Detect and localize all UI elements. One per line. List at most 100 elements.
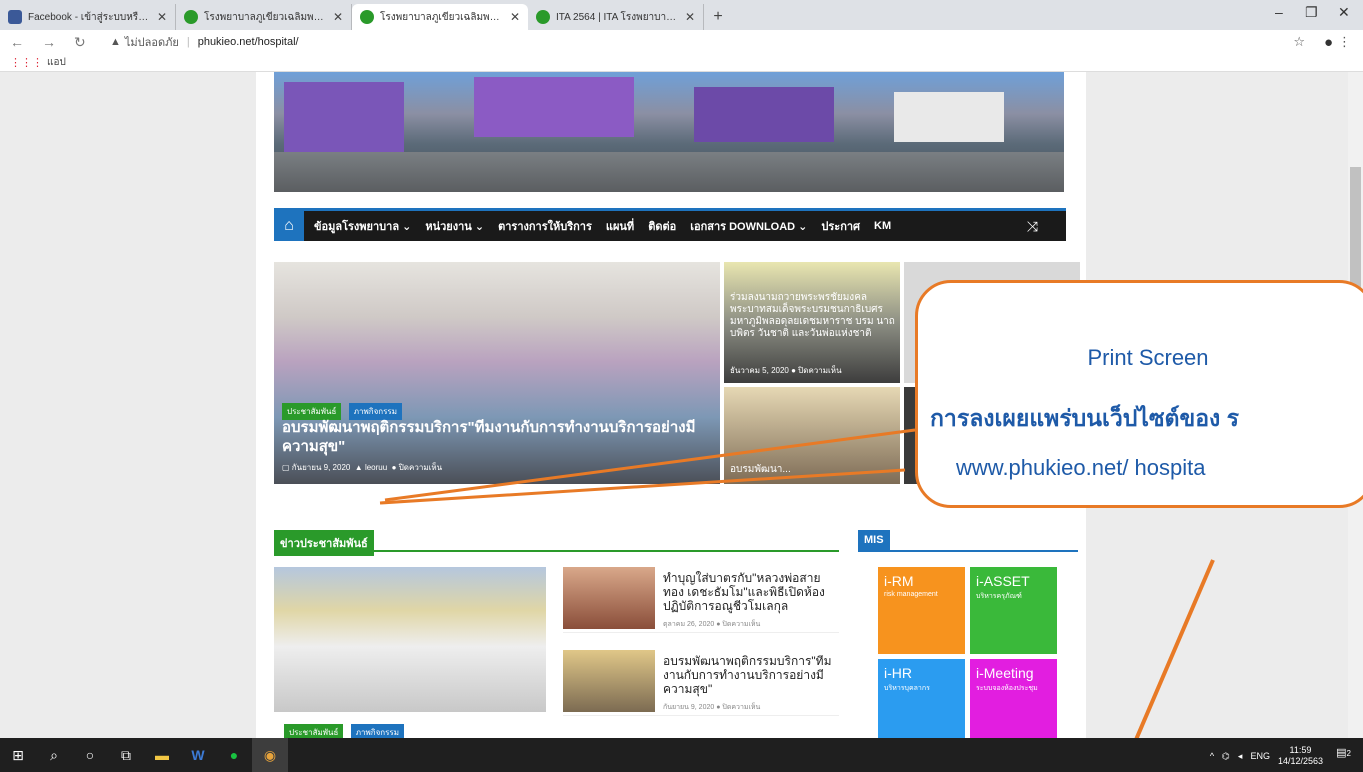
nav-item-contact[interactable]: ติดต่อ <box>648 217 676 235</box>
news-tags: ประชาสัมพันธ์ ภาพกิจกรรม <box>284 724 408 738</box>
chrome-icon[interactable]: ◉ <box>252 738 288 772</box>
nav-item-schedule[interactable]: ตารางการให้บริการ <box>498 217 592 235</box>
news-title[interactable]: ทำบุญใส่บาตรกับ"หลวงพ่อสายทอง เดชะธัมโม"… <box>663 571 839 613</box>
post-meta: ธันวาคม 5, 2020 ● ปิดความเห็น <box>730 364 842 377</box>
nav-item-download[interactable]: เอกสาร DOWNLOAD ⌄ <box>690 217 807 235</box>
close-icon[interactable]: ✕ <box>157 10 167 24</box>
callout-line1: Print Screen <box>1087 345 1209 370</box>
shuffle-icon[interactable]: ⤨ <box>1027 218 1038 235</box>
tab-title: โรงพยาบาลภูเขียวเฉลิมพระเกียรติ – <box>380 11 504 23</box>
callout-line2: การลงเผยแพร่บนเว็ปไซต์ของ ร <box>930 405 1239 431</box>
post-comments: ปิดความเห็น <box>798 366 842 375</box>
notification-icon[interactable]: ▤2 <box>1336 746 1351 759</box>
search-icon[interactable]: ⌕ <box>36 738 72 772</box>
mis-tile-imeeting[interactable]: i-Meeting ระบบจองห้องประชุม <box>970 659 1057 738</box>
news-item[interactable]: ทำบุญใส่บาตรกับ"หลวงพ่อสายทอง เดชะธัมโม"… <box>563 567 839 633</box>
post-author[interactable]: leoruu <box>365 463 387 472</box>
nav-item-map[interactable]: แผนที่ <box>606 217 634 235</box>
news-title[interactable]: อบรมพัฒนาพฤติกรรมบริการ"ทีมงานกับการทำงา… <box>663 654 839 696</box>
task-view-icon[interactable]: ⧉ <box>108 738 144 772</box>
cortana-icon[interactable]: ○ <box>72 738 108 772</box>
star-icon[interactable]: ☆ <box>1293 34 1305 50</box>
news-date: ตุลาคม 26, 2020 <box>663 621 715 628</box>
apps-icon[interactable]: ⋮⋮⋮ <box>10 56 43 69</box>
tile-subtitle: risk management <box>884 591 938 598</box>
close-window-icon[interactable]: ✕ <box>1338 4 1350 21</box>
mis-tile-iasset[interactable]: i-ASSET บริหารครุภัณฑ์ <box>970 567 1057 654</box>
tile-title: i-RM <box>884 573 914 589</box>
restore-icon[interactable]: ❐ <box>1305 4 1318 21</box>
post-date: ธันวาคม 5, 2020 <box>730 366 789 375</box>
apps-label[interactable]: แอป <box>47 55 66 70</box>
warning-icon: ▲ <box>110 36 121 48</box>
new-tab-button[interactable]: + <box>704 4 732 30</box>
browser-tab-active[interactable]: โรงพยาบาลภูเขียวเฉลิมพระเกียรติ – ✕ <box>352 4 528 30</box>
post-comments: ปิดความเห็น <box>398 463 443 472</box>
tab-title: Facebook - เข้าสู่ระบบหรือสมัครใช้งาน <box>28 11 151 23</box>
nav-item-km[interactable]: KM <box>874 220 891 232</box>
news-item[interactable]: อบรมพัฒนาพฤติกรรมบริการ"ทีมงานกับการทำงา… <box>563 650 839 716</box>
volume-icon[interactable]: ◂ <box>1238 751 1243 762</box>
close-icon[interactable]: ✕ <box>333 10 343 24</box>
close-icon[interactable]: ✕ <box>510 10 520 24</box>
category-tag[interactable]: ภาพกิจกรรม <box>350 724 404 738</box>
main-navigation: ⌂ ข้อมูลโรงพยาบาล ⌄ หน่วยงาน ⌄ ตารางการใ… <box>274 208 1066 241</box>
address-bar: ← → ↻ ▲ ไม่ปลอดภัย | phukieo.net/hospita… <box>0 30 1363 54</box>
back-icon[interactable]: ← <box>10 34 32 50</box>
comment-icon: ● <box>389 463 399 472</box>
side-post-title[interactable]: ร่วมลงนามถวายพระพรชัยมงคล พระบาทสมเด็จพร… <box>730 292 898 340</box>
url-field[interactable]: ▲ ไม่ปลอดภัย | phukieo.net/hospital/ <box>110 33 299 51</box>
url-text: phukieo.net/hospital/ <box>197 36 299 48</box>
site-icon <box>184 10 198 24</box>
news-date: กันยายน 9, 2020 <box>663 704 715 711</box>
close-icon[interactable]: ✕ <box>685 10 695 24</box>
nav-item-announcement[interactable]: ประกาศ <box>821 217 860 235</box>
mis-tile-irm[interactable]: i-RM risk management <box>878 567 965 654</box>
site-icon <box>360 10 374 24</box>
word-icon[interactable]: W <box>180 738 216 772</box>
site-icon <box>536 10 550 24</box>
line-app-icon[interactable]: ● <box>216 738 252 772</box>
news-meta: ตุลาคม 26, 2020 ● ปิดความเห็น <box>663 621 761 628</box>
notification-count: 2 <box>1346 749 1351 758</box>
minimize-icon[interactable]: – <box>1275 4 1283 20</box>
profile-icon[interactable]: ● <box>1324 34 1333 51</box>
author-icon: ▲ <box>352 463 365 472</box>
calendar-icon: ▢ <box>282 463 292 472</box>
mis-section-header: MIS <box>858 530 1078 552</box>
bookmarks-bar: ⋮⋮⋮ แอป <box>0 54 1363 72</box>
browser-tab[interactable]: โรงพยาบาลภูเขียวเฉลิมพระเกียรติ | Ho ✕ <box>176 4 352 30</box>
side-post[interactable]: อบรมพัฒนา... <box>724 387 900 484</box>
tile-title: i-Meeting <box>976 665 1034 681</box>
news-thumbnail[interactable] <box>563 567 655 629</box>
news-main-image[interactable] <box>274 567 546 712</box>
home-icon[interactable]: ⌂ <box>274 211 304 241</box>
callout-line3: www.phukieo.net/ hospita <box>956 455 1206 480</box>
category-tag[interactable]: ประชาสัมพันธ์ <box>284 724 344 738</box>
browser-tab[interactable]: Facebook - เข้าสู่ระบบหรือสมัครใช้งาน ✕ <box>0 4 176 30</box>
tile-subtitle: ระบบจองห้องประชุม <box>976 685 1038 692</box>
news-comments: ปิดความเห็น <box>722 704 761 711</box>
clock-date: 14/12/2563 <box>1277 756 1323 766</box>
file-explorer-icon[interactable]: ▬ <box>144 738 180 772</box>
clock[interactable]: 11:59 14/12/2563 <box>1278 745 1323 767</box>
featured-post-title[interactable]: อบรมพัฒนาพฤติกรรมบริการ"ทีมงานกับการทำงา… <box>282 418 712 456</box>
forward-icon[interactable]: → <box>42 34 64 50</box>
browser-tab[interactable]: ITA 2564 | ITA โรงพยาบาลภูเขียวเฉลิ ✕ <box>528 4 704 30</box>
network-icon[interactable]: ⌬ <box>1222 751 1230 762</box>
featured-post[interactable]: ประชาสัมพันธ์ ภาพกิจกรรม อบรมพัฒนาพฤติกร… <box>274 262 720 484</box>
tile-title: i-ASSET <box>976 573 1030 589</box>
nav-item-departments[interactable]: หน่วยงาน ⌄ <box>425 217 484 235</box>
reload-icon[interactable]: ↻ <box>74 34 96 51</box>
news-thumbnail[interactable] <box>563 650 655 712</box>
news-section-title: ข่าวประชาสัมพันธ์ <box>274 530 374 556</box>
side-post[interactable]: ร่วมลงนามถวายพระพรชัยมงคล พระบาทสมเด็จพร… <box>724 262 900 383</box>
mis-tile-ihr[interactable]: i-HR บริหารบุคลากร <box>878 659 965 738</box>
windows-start-icon[interactable]: ⊞ <box>0 738 36 772</box>
menu-icon[interactable]: ⋮ <box>1338 34 1351 50</box>
language-indicator[interactable]: ENG <box>1250 751 1270 761</box>
side-post-title[interactable]: อบรมพัฒนา... <box>730 464 791 476</box>
hospital-banner-image <box>274 72 1064 192</box>
chevron-up-icon[interactable]: ^ <box>1210 751 1214 761</box>
nav-item-hospital-info[interactable]: ข้อมูลโรงพยาบาล ⌄ <box>314 217 411 235</box>
